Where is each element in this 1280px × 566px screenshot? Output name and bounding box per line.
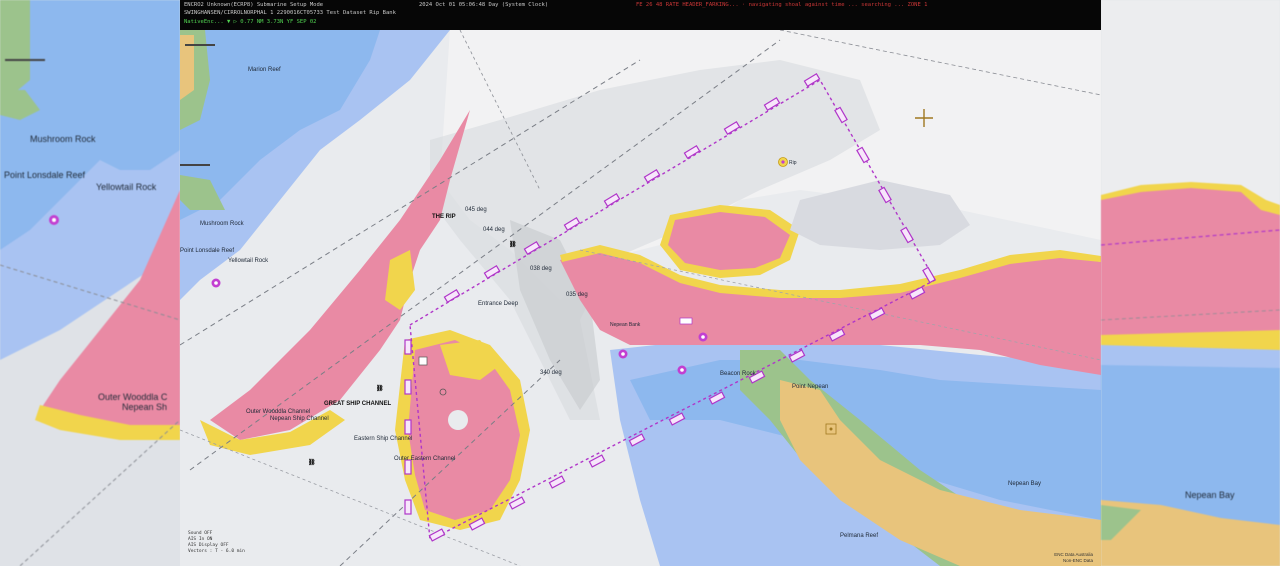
label-great-ship-channel: GREAT SHIP CHANNEL xyxy=(324,401,391,407)
label-entrance-deep: Entrance Deep xyxy=(478,301,519,307)
label-yellowtail-rock: Yellowtail Rock xyxy=(228,258,269,264)
left-label-mushroom-rock: Mushroom Rock xyxy=(30,134,96,144)
header-nav: NativeEnc... ▼ ▷ 0.77 NM 3.73N YF SEP 02 xyxy=(184,19,317,25)
bearing-label-038: 038 deg xyxy=(530,266,552,272)
left-label-yellowtail-rock: Yellowtail Rock xyxy=(96,182,157,192)
label-nepean-bank: Nepean Bank xyxy=(610,322,641,328)
buoy-icon[interactable] xyxy=(618,349,628,359)
data-credit: ENC Data Australia Non-ENC Data xyxy=(1054,552,1093,564)
wreck-icon xyxy=(418,356,428,366)
chart-canvas[interactable]: Marion Reef Mushroom Rock Point Lonsdale… xyxy=(180,0,1101,566)
label-beacon-rock: Beacon Rock xyxy=(720,371,757,377)
status-header-bar: ENCRO2 Unknown(ECRP8) Submarine Setup Mo… xyxy=(180,0,1101,30)
label-point-lonsdale-reef: Point Lonsdale Reef xyxy=(180,248,234,254)
credit-line-2: Non-ENC Data xyxy=(1062,558,1093,563)
chart-window[interactable]: ENCRO2 Unknown(ECRP8) Submarine Setup Mo… xyxy=(180,0,1101,566)
status-panel: Sound OFF AIS In ON AIS Display OFF Vect… xyxy=(188,531,245,555)
svg-text:⛓: ⛓ xyxy=(509,240,517,248)
label-pelmana-reef: Pelmana Reef xyxy=(840,533,878,539)
svg-text:⛓: ⛓ xyxy=(308,458,316,466)
bearing-label-045: 045 deg xyxy=(465,207,487,213)
header-mode: ENCRO2 Unknown(ECRP8) Submarine Setup Mo… xyxy=(184,2,324,8)
bearing-label-044: 044 deg xyxy=(483,227,505,233)
header-time: 2024 Oct 01 05:06:48 Day (System Clock) xyxy=(419,2,549,8)
buoy-icon[interactable] xyxy=(778,157,788,167)
svg-text:⛓: ⛓ xyxy=(376,384,384,392)
buoy-icon[interactable] xyxy=(211,278,221,288)
left-chart-svg: Mushroom Rock Point Lonsdale Reef Yellow… xyxy=(0,0,180,566)
label-outer-wooddla-channel: Outer Wooddla Channel xyxy=(246,409,310,415)
left-label-outer-wooddla: Outer Wooddla C xyxy=(98,392,168,402)
label-nepean-bay: Nepean Bay xyxy=(1008,481,1041,487)
header-line-1: ENCRO2 Unknown(ECRP8) Submarine Setup Mo… xyxy=(184,2,548,8)
buoy-icon[interactable] xyxy=(698,332,708,342)
ecdis-screen: Mushroom Rock Point Lonsdale Reef Yellow… xyxy=(0,0,1280,566)
bearing-label-340: 340 deg xyxy=(540,370,562,376)
header-line-2: SWINGHANSEN/CIRROLNORPHAL 1 2290016CT057… xyxy=(184,10,396,16)
label-nepean-ship-channel: Nepean Ship Channel xyxy=(270,416,329,422)
left-label-point-lonsdale-reef: Point Lonsdale Reef xyxy=(4,170,86,180)
wreck-icon xyxy=(679,317,693,325)
left-background-chart: Mushroom Rock Point Lonsdale Reef Yellow… xyxy=(0,0,180,566)
status-vectors: Vectors : T - 6.0 min xyxy=(188,549,245,554)
right-chart-svg: Nepean Bay xyxy=(1101,0,1280,566)
label-outer-eastern-channel: Outer Eastern Channel xyxy=(394,456,455,462)
label-eastern-ship-channel: Eastern Ship Channel xyxy=(354,436,412,442)
label-the-rip: THE RIP xyxy=(432,214,456,220)
header-sub: SWINGHANSEN/CIRROLNORPHAL 1 xyxy=(184,10,274,16)
header-test: Test Dataset Rip Bank xyxy=(326,10,396,16)
header-pos: 2290016CT05733 xyxy=(276,10,324,16)
header-alert: FE 26 48 RATE HEADER_FARKING... · naviga… xyxy=(636,2,928,8)
left-label-nepean-ship: Nepean Sh xyxy=(122,402,167,412)
buoy-icon[interactable] xyxy=(677,365,687,375)
label-point-nepean: Point Nepean xyxy=(792,384,828,390)
header-line-3: NativeEnc... ▼ ▷ 0.77 NM 3.73N YF SEP 02 xyxy=(184,19,316,25)
label-mushroom-rock: Mushroom Rock xyxy=(200,221,245,227)
right-background-chart: Nepean Bay xyxy=(1101,0,1280,566)
right-label-nepean-bay: Nepean Bay xyxy=(1185,490,1235,500)
label-marion-reef: Marion Reef xyxy=(248,67,281,73)
bearing-label-035: 035 deg xyxy=(566,292,588,298)
label-rip-marker: Rip xyxy=(789,160,797,166)
